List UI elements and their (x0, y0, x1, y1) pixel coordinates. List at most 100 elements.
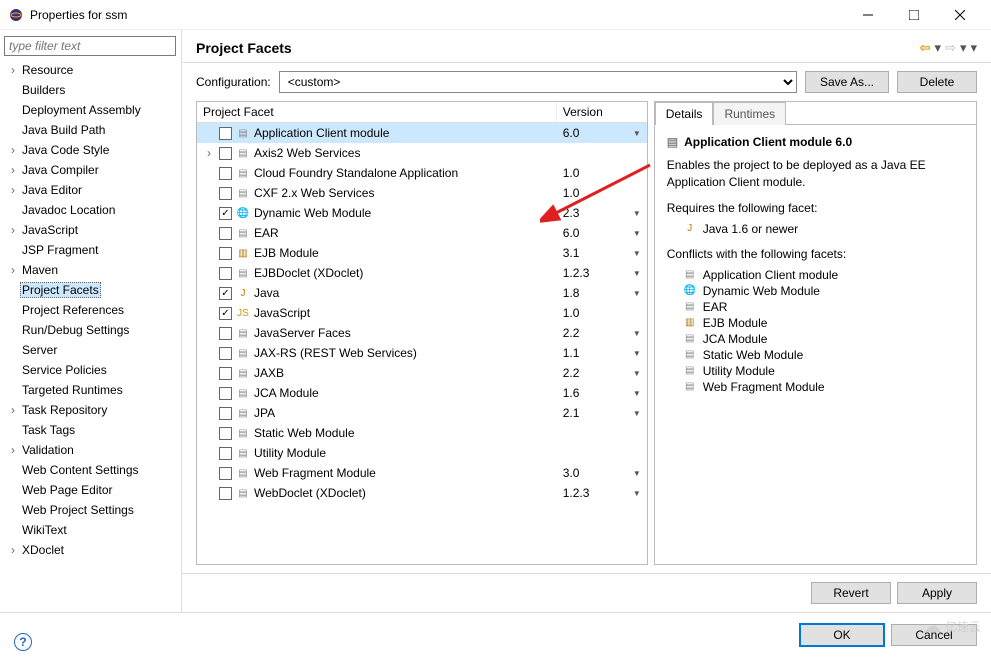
page-icon: ▤ (236, 406, 250, 420)
chevron-down-icon[interactable]: ▼ (633, 469, 641, 478)
sidebar-item-project-references[interactable]: ›Project References (0, 300, 181, 320)
facet-row[interactable]: ▤ Web Fragment Module 3.0▼ (197, 463, 647, 483)
col-project-facet[interactable]: Project Facet (197, 102, 557, 122)
facet-row[interactable]: ▤ Utility Module (197, 443, 647, 463)
facet-row[interactable]: ▤ JavaServer Faces 2.2▼ (197, 323, 647, 343)
facet-checkbox[interactable] (219, 127, 232, 140)
facet-checkbox[interactable] (219, 467, 232, 480)
sidebar-item-server[interactable]: ›Server (0, 340, 181, 360)
back-icon[interactable]: ⇦ (920, 40, 931, 56)
facet-row[interactable]: ▤ Application Client module 6.0▼ (197, 123, 647, 143)
revert-button[interactable]: Revert (811, 582, 891, 604)
sidebar-item-java-editor[interactable]: ›Java Editor (0, 180, 181, 200)
chevron-down-icon[interactable]: ▼ (633, 369, 641, 378)
conflicts-item: ▤Web Fragment Module (667, 379, 964, 395)
facet-name: EJB Module (254, 246, 319, 260)
chevron-down-icon[interactable]: ▼ (633, 409, 641, 418)
facet-row[interactable]: ▤ WebDoclet (XDoclet) 1.2.3▼ (197, 483, 647, 503)
sidebar-item-wikitext[interactable]: ›WikiText (0, 520, 181, 540)
help-icon[interactable]: ? (14, 633, 32, 651)
facet-checkbox[interactable] (219, 267, 232, 280)
sidebar-item-java-code-style[interactable]: ›Java Code Style (0, 140, 181, 160)
facet-checkbox[interactable]: ✓ (219, 307, 232, 320)
chevron-down-icon[interactable]: ▼ (633, 389, 641, 398)
forward-icon[interactable]: ⇨ (945, 40, 956, 56)
facet-checkbox[interactable]: ✓ (219, 207, 232, 220)
sidebar-item-web-page-editor[interactable]: ›Web Page Editor (0, 480, 181, 500)
chevron-down-icon[interactable]: ▼ (633, 289, 641, 298)
chevron-down-icon[interactable]: ▼ (633, 249, 641, 258)
tab-details[interactable]: Details (655, 102, 714, 125)
facet-row[interactable]: ✓ 🌐 Dynamic Web Module 2.3▼ (197, 203, 647, 223)
facet-row[interactable]: ▤ CXF 2.x Web Services 1.0 (197, 183, 647, 203)
facet-checkbox[interactable] (219, 367, 232, 380)
sidebar-item-java-compiler[interactable]: ›Java Compiler (0, 160, 181, 180)
filter-input[interactable] (4, 36, 176, 56)
maximize-button[interactable] (891, 0, 937, 30)
facet-checkbox[interactable] (219, 187, 232, 200)
sidebar-item-validation[interactable]: ›Validation (0, 440, 181, 460)
sidebar-item-javascript[interactable]: ›JavaScript (0, 220, 181, 240)
chevron-down-icon[interactable]: ▼ (633, 269, 641, 278)
sidebar-item-web-content-settings[interactable]: ›Web Content Settings (0, 460, 181, 480)
sidebar-item-javadoc-location[interactable]: ›Javadoc Location (0, 200, 181, 220)
facet-checkbox[interactable] (219, 147, 232, 160)
sidebar-item-builders[interactable]: ›Builders (0, 80, 181, 100)
save-as-button[interactable]: Save As... (805, 71, 889, 93)
sidebar-item-deployment-assembly[interactable]: ›Deployment Assembly (0, 100, 181, 120)
minimize-button[interactable] (845, 0, 891, 30)
apply-button[interactable]: Apply (897, 582, 977, 604)
facet-checkbox[interactable] (219, 167, 232, 180)
facet-row[interactable]: ✓ JS JavaScript 1.0 (197, 303, 647, 323)
facet-row[interactable]: ▤ JPA 2.1▼ (197, 403, 647, 423)
facet-row[interactable]: ▤ Cloud Foundry Standalone Application 1… (197, 163, 647, 183)
sidebar-item-run-debug-settings[interactable]: ›Run/Debug Settings (0, 320, 181, 340)
sidebar-item-targeted-runtimes[interactable]: ›Targeted Runtimes (0, 380, 181, 400)
facet-name: CXF 2.x Web Services (254, 186, 374, 200)
facet-row[interactable]: ▤ JAXB 2.2▼ (197, 363, 647, 383)
sidebar-item-label: Java Editor (20, 183, 84, 197)
facet-row[interactable]: ▥ EJB Module 3.1▼ (197, 243, 647, 263)
sidebar-item-jsp-fragment[interactable]: ›JSP Fragment (0, 240, 181, 260)
facet-checkbox[interactable] (219, 247, 232, 260)
delete-button[interactable]: Delete (897, 71, 977, 93)
facet-checkbox[interactable] (219, 227, 232, 240)
facet-checkbox[interactable] (219, 447, 232, 460)
facet-version: 2.3 (563, 206, 580, 220)
ok-button[interactable]: OK (799, 623, 885, 647)
facet-checkbox[interactable] (219, 327, 232, 340)
facet-checkbox[interactable] (219, 487, 232, 500)
facet-checkbox[interactable] (219, 387, 232, 400)
sidebar-item-resource[interactable]: ›Resource (0, 60, 181, 80)
facet-row[interactable]: ▤ JCA Module 1.6▼ (197, 383, 647, 403)
sidebar-item-maven[interactable]: ›Maven (0, 260, 181, 280)
chevron-down-icon[interactable]: ▼ (633, 489, 641, 498)
facet-row[interactable]: › ▤ Axis2 Web Services (197, 143, 647, 163)
chevron-down-icon[interactable]: ▼ (633, 349, 641, 358)
sidebar-item-label: Validation (20, 443, 76, 457)
facet-checkbox[interactable] (219, 347, 232, 360)
sidebar-item-task-repository[interactable]: ›Task Repository (0, 400, 181, 420)
tab-runtimes[interactable]: Runtimes (713, 102, 786, 125)
facet-row[interactable]: ▤ EAR 6.0▼ (197, 223, 647, 243)
chevron-down-icon[interactable]: ▼ (633, 329, 641, 338)
chevron-down-icon[interactable]: ▼ (633, 229, 641, 238)
facet-checkbox[interactable] (219, 427, 232, 440)
chevron-down-icon[interactable]: ▼ (633, 129, 641, 138)
sidebar-item-web-project-settings[interactable]: ›Web Project Settings (0, 500, 181, 520)
sidebar-item-service-policies[interactable]: ›Service Policies (0, 360, 181, 380)
facet-row[interactable]: ▤ JAX-RS (REST Web Services) 1.1▼ (197, 343, 647, 363)
sidebar-item-java-build-path[interactable]: ›Java Build Path (0, 120, 181, 140)
sidebar-item-project-facets[interactable]: ›Project Facets (0, 280, 181, 300)
facet-row[interactable]: ✓ J Java 1.8▼ (197, 283, 647, 303)
config-select[interactable]: <custom> (279, 71, 797, 93)
sidebar-item-task-tags[interactable]: ›Task Tags (0, 420, 181, 440)
facet-checkbox[interactable]: ✓ (219, 287, 232, 300)
sidebar-item-label: Task Tags (20, 423, 77, 437)
close-button[interactable] (937, 0, 983, 30)
chevron-down-icon[interactable]: ▼ (633, 209, 641, 218)
facet-row[interactable]: ▤ EJBDoclet (XDoclet) 1.2.3▼ (197, 263, 647, 283)
sidebar-item-xdoclet[interactable]: ›XDoclet (0, 540, 181, 560)
facet-row[interactable]: ▤ Static Web Module (197, 423, 647, 443)
facet-checkbox[interactable] (219, 407, 232, 420)
